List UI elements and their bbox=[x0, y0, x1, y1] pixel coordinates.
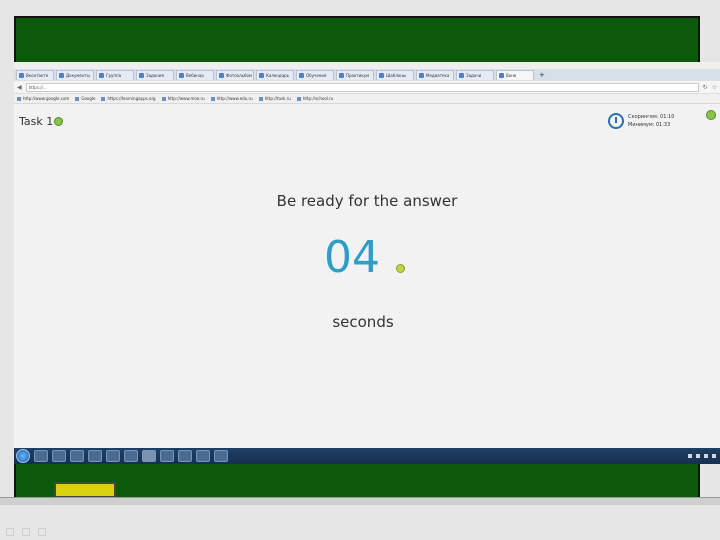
countdown-unit: seconds bbox=[332, 313, 394, 331]
presentation-frame: Вконтакте Документы Группа Задания Вебин… bbox=[0, 0, 720, 540]
browser-tab[interactable]: Документы bbox=[56, 70, 94, 80]
bookmark-item[interactable]: http://www.edu.ru bbox=[210, 96, 253, 101]
browser-tab[interactable]: Календарь bbox=[256, 70, 294, 80]
bookmark-item[interactable]: http://www.google.com bbox=[17, 96, 69, 101]
tray-icon[interactable] bbox=[696, 454, 700, 458]
bookmark-item[interactable]: http://school.ru bbox=[296, 96, 333, 101]
tab-favicon-icon bbox=[339, 73, 344, 78]
browser-tab[interactable]: Практикум bbox=[336, 70, 374, 80]
back-icon[interactable]: ◀ bbox=[17, 84, 22, 91]
bookmark-item[interactable]: https://learningapps.org bbox=[101, 96, 156, 101]
tab-favicon-icon bbox=[259, 73, 264, 78]
tab-favicon-icon bbox=[139, 73, 144, 78]
tab-favicon-icon bbox=[19, 73, 24, 78]
bookmark-item[interactable]: Google bbox=[75, 96, 95, 101]
gem-icon bbox=[396, 264, 405, 273]
screen: Вконтакте Документы Группа Задания Вебин… bbox=[14, 62, 720, 464]
bookmark-icon bbox=[101, 96, 106, 101]
tab-favicon-icon bbox=[99, 73, 104, 78]
gem-icon bbox=[54, 117, 63, 126]
menu-icon[interactable] bbox=[22, 528, 30, 536]
tab-bar[interactable]: Вконтакте Документы Группа Задания Вебин… bbox=[14, 69, 720, 81]
taskbar-app-icon[interactable] bbox=[214, 450, 228, 462]
system-tray bbox=[688, 454, 720, 458]
slide-controls bbox=[6, 528, 46, 536]
bookmark-icon bbox=[75, 96, 80, 101]
browser-tab[interactable]: Группа bbox=[96, 70, 134, 80]
tab-favicon-icon bbox=[219, 73, 224, 78]
reload-icon[interactable]: ↻ bbox=[703, 84, 708, 91]
taskbar-app-icon[interactable] bbox=[52, 450, 66, 462]
tab-favicon-icon bbox=[299, 73, 304, 78]
bookmark-icon bbox=[210, 96, 215, 101]
bookmarks-bar: http://www.google.com Google https://lea… bbox=[14, 94, 720, 104]
countdown-value: 04 bbox=[324, 232, 380, 283]
taskbar-app-icon[interactable] bbox=[124, 450, 138, 462]
browser-tab[interactable]: Вконтакте bbox=[16, 70, 54, 80]
bookmark-icon bbox=[258, 96, 263, 101]
bookmark-item[interactable]: http://task.ru bbox=[258, 96, 291, 101]
prompt-text: Be ready for the answer bbox=[276, 192, 458, 210]
start-button[interactable] bbox=[16, 449, 30, 463]
taskbar-app-icon[interactable] bbox=[106, 450, 120, 462]
browser-tab[interactable]: Задания bbox=[136, 70, 174, 80]
browser-tab-active[interactable]: Воно bbox=[496, 70, 534, 80]
tab-favicon-icon bbox=[419, 73, 424, 78]
tray-icon[interactable] bbox=[688, 454, 692, 458]
new-tab-button[interactable]: + bbox=[536, 71, 548, 79]
taskbar-app-icon[interactable] bbox=[142, 450, 156, 462]
browser-tab[interactable]: Медиатека bbox=[416, 70, 454, 80]
next-icon[interactable] bbox=[38, 528, 46, 536]
bookmark-icon bbox=[17, 96, 21, 101]
task-title: Task 1 bbox=[19, 115, 54, 128]
taskbar-app-icon[interactable] bbox=[34, 450, 48, 462]
timer-line-2: Минимум: 01:33 bbox=[628, 122, 671, 128]
taskbar-app-icon[interactable] bbox=[196, 450, 210, 462]
gem-icon[interactable] bbox=[706, 110, 716, 120]
browser-tab[interactable]: Шаблоны bbox=[376, 70, 414, 80]
taskbar-app-icon[interactable] bbox=[160, 450, 174, 462]
tab-favicon-icon bbox=[59, 73, 64, 78]
taskbar bbox=[14, 448, 720, 464]
browser-tab[interactable]: Вебинар bbox=[176, 70, 214, 80]
tray-icon[interactable] bbox=[704, 454, 708, 458]
bookmark-icon bbox=[296, 96, 301, 101]
quiz-page: Task 1 Скорингем: 01:10 Минимум: 01:33 B… bbox=[14, 104, 720, 448]
chalk-ledge bbox=[0, 497, 720, 505]
url-input[interactable]: https://... bbox=[25, 82, 699, 92]
bookmark-icon bbox=[161, 96, 166, 101]
clock-icon bbox=[608, 113, 624, 129]
browser-tab[interactable]: Обучение bbox=[296, 70, 334, 80]
browser-tab[interactable]: Задачи bbox=[456, 70, 494, 80]
taskbar-app-icon[interactable] bbox=[88, 450, 102, 462]
timer-line-1: Скорингем: 01:10 bbox=[628, 114, 675, 120]
tab-favicon-icon bbox=[459, 73, 464, 78]
chalk-tray-highlight bbox=[54, 482, 116, 498]
star-icon[interactable]: ☆ bbox=[712, 84, 717, 91]
bookmark-item[interactable]: http://www.moo.ru bbox=[161, 96, 205, 101]
menu-bar[interactable] bbox=[14, 62, 720, 69]
taskbar-app-icon[interactable] bbox=[70, 450, 84, 462]
tab-favicon-icon bbox=[499, 73, 504, 78]
taskbar-app-icon[interactable] bbox=[178, 450, 192, 462]
tray-icon[interactable] bbox=[712, 454, 716, 458]
pen-icon[interactable] bbox=[6, 528, 14, 536]
tab-favicon-icon bbox=[179, 73, 184, 78]
timer-info: Скорингем: 01:10 Минимум: 01:33 bbox=[628, 113, 674, 129]
address-bar: ◀ https://... ↻ ☆ bbox=[14, 81, 720, 94]
tab-favicon-icon bbox=[379, 73, 384, 78]
browser-tab[interactable]: Фотоальбом bbox=[216, 70, 254, 80]
